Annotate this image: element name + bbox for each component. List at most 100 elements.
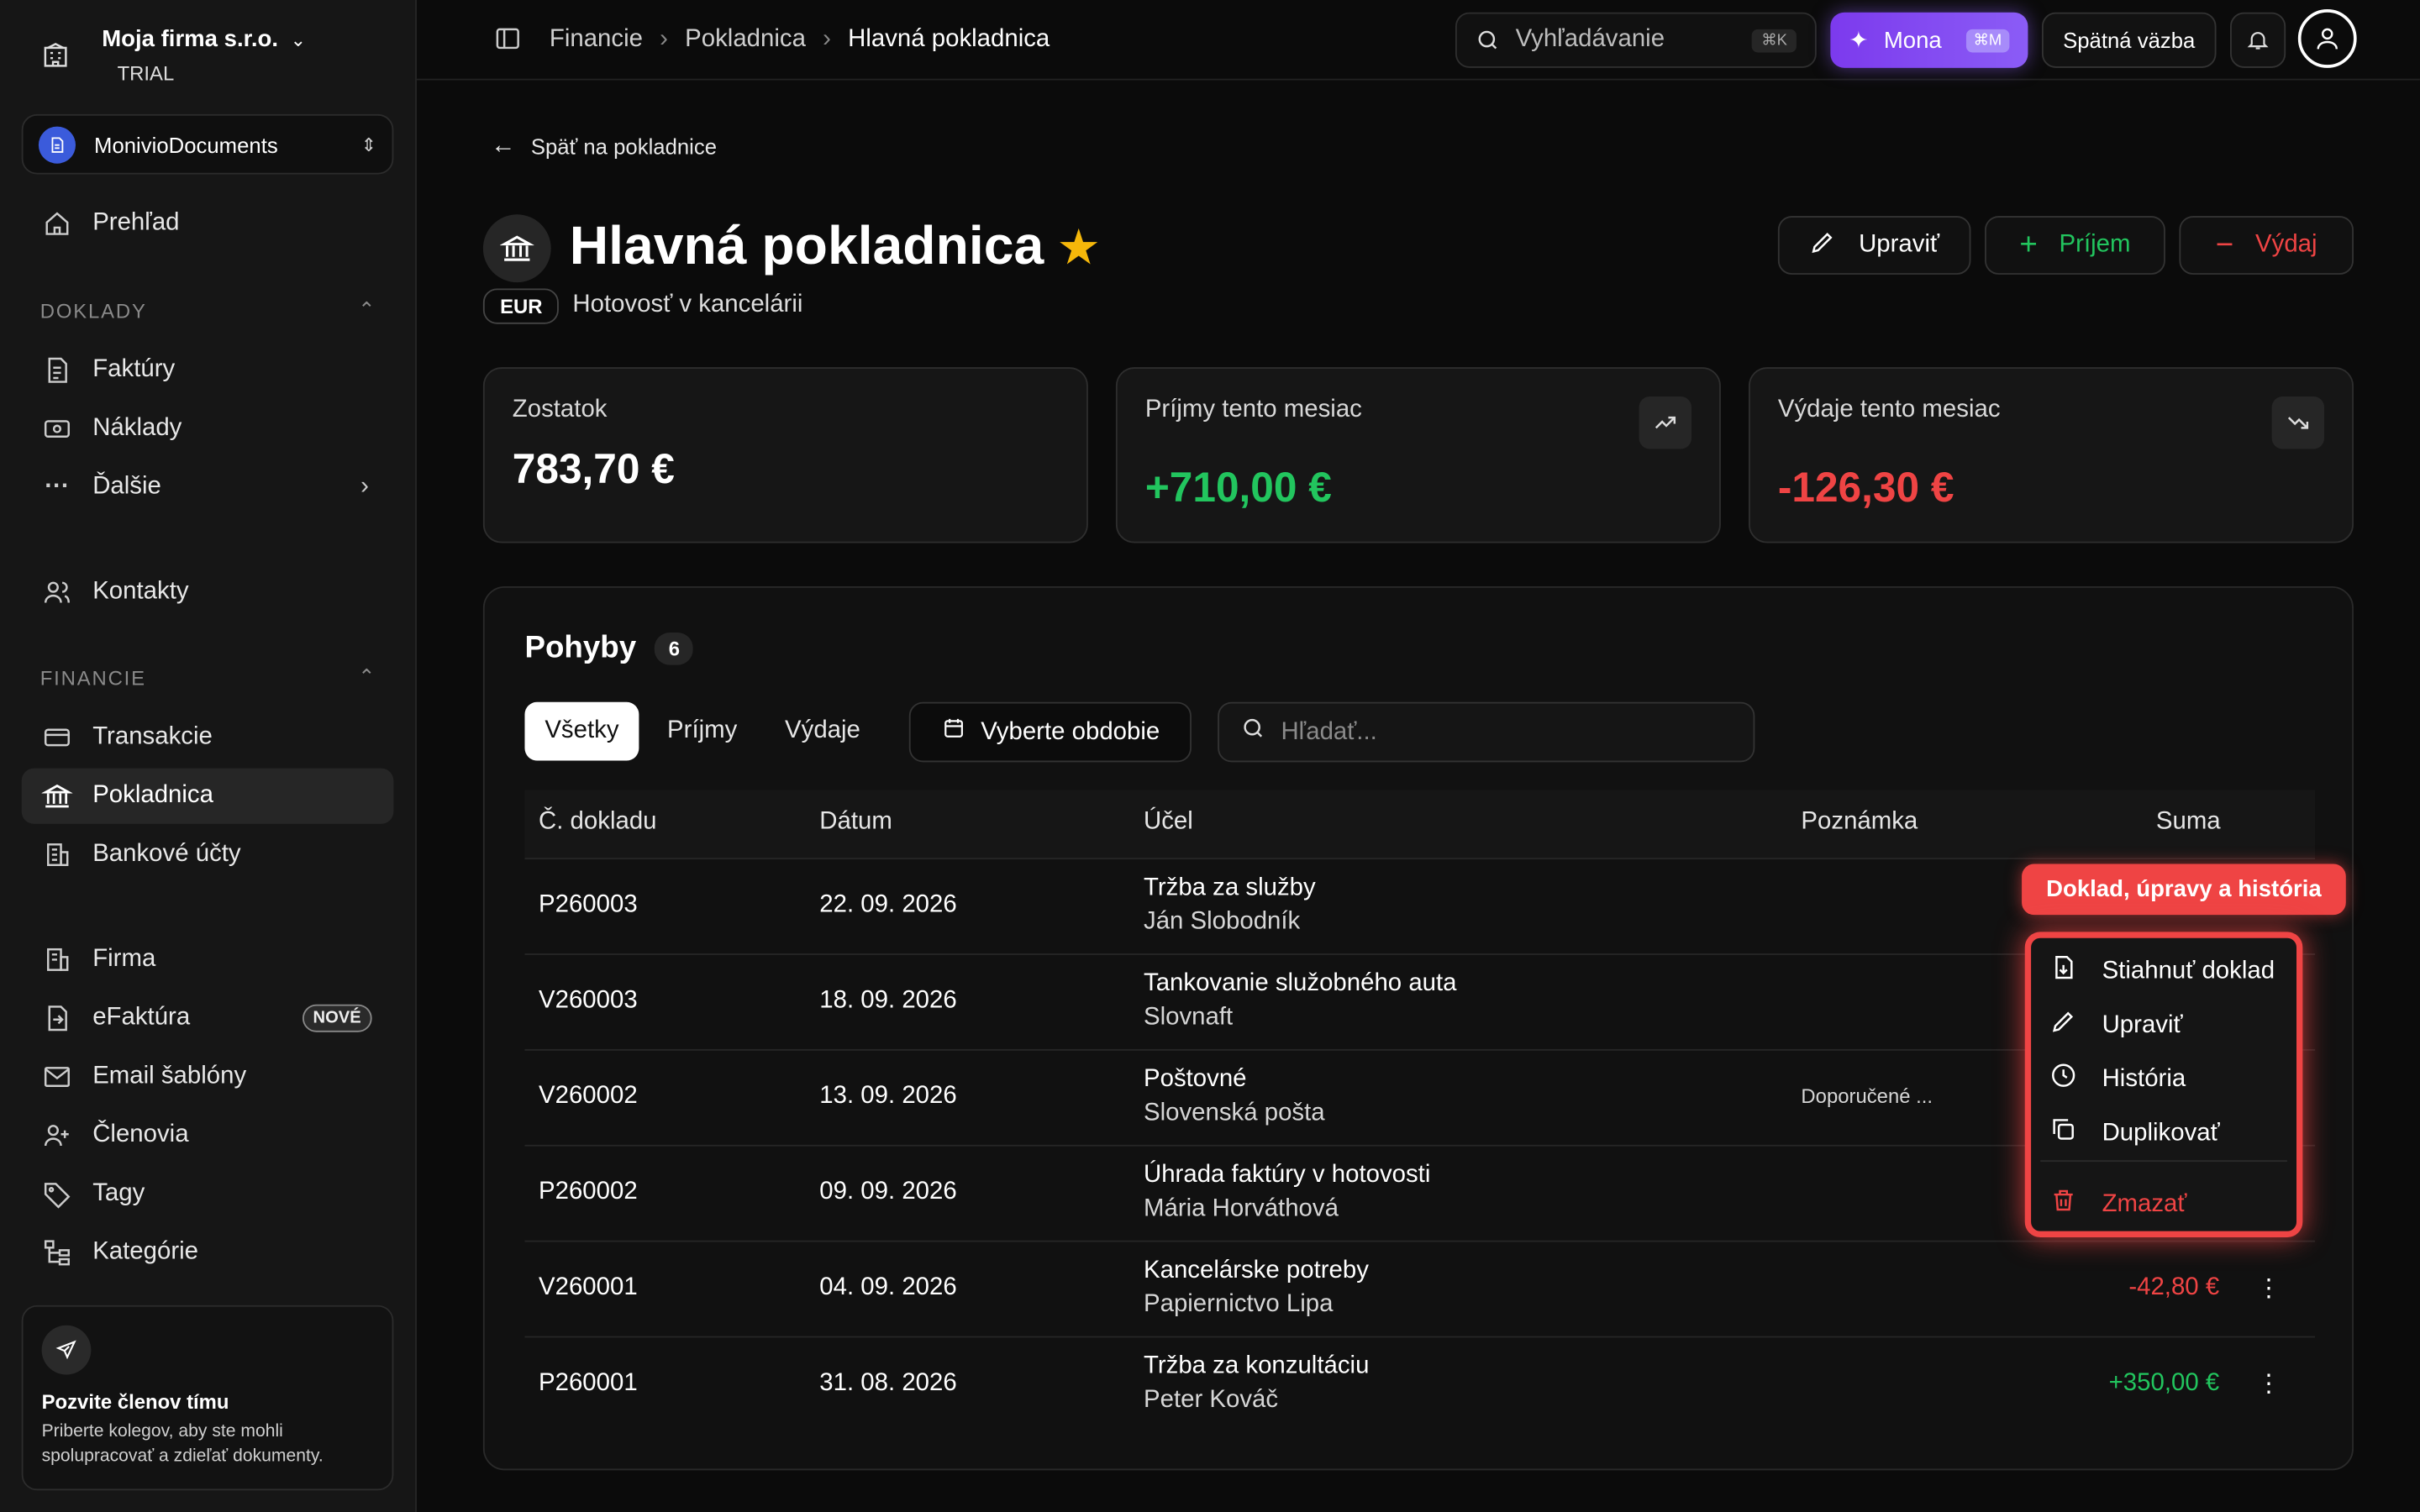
workspace-switcher[interactable]: Moja firma s.r.o. ⌄ TRIAL xyxy=(22,15,392,96)
sidebar-item-company[interactable]: Firma xyxy=(22,932,394,987)
pencil-icon xyxy=(1809,228,1837,263)
sidebar-item-overview[interactable]: Prehľad xyxy=(22,196,394,251)
column-header[interactable]: Dátum xyxy=(819,808,892,836)
sidebar-item-expenses[interactable]: Náklady xyxy=(22,402,394,457)
avatar[interactable] xyxy=(2297,9,2357,68)
sidebar-item-cash-register[interactable]: Pokladnica xyxy=(21,768,394,824)
user-plus-icon xyxy=(40,1119,74,1152)
more-vertical-icon[interactable]: ⋮ xyxy=(2254,1364,2285,1404)
chevron-right-icon: › xyxy=(660,25,668,52)
column-header[interactable]: Č. dokladu xyxy=(539,808,657,836)
add-expense-button[interactable]: − Výdaj xyxy=(2179,216,2354,275)
purpose: Poštovné xyxy=(1143,1066,1247,1093)
add-income-button[interactable]: + Príjem xyxy=(1984,216,2165,275)
invite-card[interactable]: Pozvite členov tímu Priberte kolegov, ab… xyxy=(21,1305,394,1491)
workspace-name: Moja firma s.r.o. xyxy=(102,26,278,53)
sidebar-item-contacts[interactable]: Kontakty xyxy=(22,564,394,620)
purpose: Kancelárske potreby xyxy=(1143,1257,1369,1284)
mona-ai-button[interactable]: ✦ Mona ⌘M xyxy=(1830,12,2028,68)
menu-item-duplicate[interactable]: Duplikovať xyxy=(2031,1106,2296,1160)
menu-item-download[interactable]: Stiahnuť doklad xyxy=(2031,944,2296,998)
breadcrumb-item[interactable]: Financie xyxy=(550,25,643,53)
bank-icon xyxy=(40,780,74,813)
edit-button[interactable]: Upraviť xyxy=(1777,216,1971,275)
copy-icon xyxy=(2049,1116,2077,1151)
period-picker[interactable]: Vyberte obdobie xyxy=(908,701,1192,763)
mona-label: Mona xyxy=(1883,27,1942,54)
arrow-left-icon: ← xyxy=(491,132,516,160)
movements-title-text: Pohyby xyxy=(524,631,637,665)
menu-item-history[interactable]: História xyxy=(2031,1053,2296,1106)
party: Slovenská pošta xyxy=(1143,1100,1325,1126)
date: 04. 09. 2026 xyxy=(819,1274,957,1301)
column-header: Účel xyxy=(1143,808,1193,835)
currency-badge: EUR xyxy=(482,288,560,324)
balance-card: Zostatok 783,70 € xyxy=(482,367,1088,543)
doc-number: V260001 xyxy=(539,1274,638,1301)
row-context-menu: Stiahnuť doklad Upraviť História Dupliko… xyxy=(2024,932,2303,1238)
breadcrumb-current: Hlavná pokladnica xyxy=(848,25,1050,52)
tag-icon xyxy=(40,1177,74,1210)
sidebar-item-invoices[interactable]: Faktúry xyxy=(22,343,394,398)
section-finance[interactable]: FINANCIE ⌃ xyxy=(40,665,376,690)
purpose: Tržba za služby xyxy=(1143,874,1316,901)
tab-income[interactable]: Príjmy xyxy=(648,702,756,761)
tab-expenses[interactable]: Výdaje xyxy=(765,702,880,761)
sidebar-item-label: Ďalšie xyxy=(92,473,161,501)
date: 13. 09. 2026 xyxy=(819,1083,957,1110)
movements-search-input[interactable]: Hľadať... xyxy=(1218,701,1755,763)
feedback-button[interactable]: Spätná väzba xyxy=(2041,12,2217,68)
expense-value: -126,30 € xyxy=(1777,464,1954,511)
send-icon xyxy=(41,1325,92,1375)
app-switcher[interactable]: MonivioDocuments ⇕ xyxy=(21,113,394,175)
global-search-input[interactable]: Vyhľadávanie ⌘K xyxy=(1455,12,1817,68)
sidebar-item-tags[interactable]: Tagy xyxy=(22,1167,394,1222)
sidebar-item-categories[interactable]: Kategórie xyxy=(22,1225,394,1280)
invite-title: Pozvite členov tímu xyxy=(41,1389,229,1414)
document-icon xyxy=(38,125,76,163)
doc-number: P260001 xyxy=(539,1369,638,1397)
menu-item-label: Stiahnuť doklad xyxy=(2102,957,2275,984)
edit-label: Upraviť xyxy=(1859,231,1940,258)
app-name: MonivioDocuments xyxy=(94,132,278,157)
home-icon xyxy=(40,207,74,240)
receipt-icon xyxy=(40,412,74,445)
menu-item-label: Upraviť xyxy=(2102,1011,2183,1038)
bank-icon xyxy=(482,214,551,283)
file-export-icon xyxy=(40,1001,74,1035)
sidebar-item-more[interactable]: ··· Ďalšie › xyxy=(22,459,394,515)
sidebar-item-email-templates[interactable]: Email šablóny xyxy=(22,1049,394,1105)
building-icon xyxy=(40,837,74,871)
invoice-icon xyxy=(40,354,74,387)
sidebar-item-members[interactable]: Členovia xyxy=(22,1108,394,1163)
party: Ján Slobodník xyxy=(1143,908,1301,936)
date: 18. 09. 2026 xyxy=(819,987,957,1014)
breadcrumb-item[interactable]: Pokladnica xyxy=(685,25,806,53)
hierarchy-icon xyxy=(40,1236,74,1269)
users-icon xyxy=(40,575,74,609)
sidebar-item-bank-accounts[interactable]: Bankové účty xyxy=(22,827,394,882)
shortcut-hint: ⌘M xyxy=(1965,28,2010,52)
menu-item-delete[interactable]: Zmazať xyxy=(2031,1177,2296,1231)
bell-icon[interactable] xyxy=(2230,12,2286,68)
sidebar-item-label: Firma xyxy=(92,945,156,973)
page-title-text: Hlavná pokladnica xyxy=(569,216,1044,276)
back-link[interactable]: ← Späť na pokladnice xyxy=(491,133,717,160)
sidebar-item-label: Pokladnica xyxy=(92,782,213,809)
search-icon xyxy=(1241,716,1265,748)
more-vertical-icon[interactable]: ⋮ xyxy=(2254,1268,2285,1309)
party: Mária Horváthová xyxy=(1143,1195,1339,1222)
breadcrumb: Financie › Pokladnica › Hlavná pokladnic… xyxy=(550,25,1050,53)
star-icon[interactable]: ★ xyxy=(1060,222,1098,273)
table-row[interactable]: V260001 04. 09. 2026 Kancelárske potreby… xyxy=(524,1240,2316,1336)
menu-item-edit[interactable]: Upraviť xyxy=(2031,998,2296,1052)
table-row[interactable]: P260001 31. 08. 2026 Tržba za konzultáci… xyxy=(524,1336,2316,1432)
search-placeholder: Hľadať... xyxy=(1281,717,1377,745)
sidebar-toggle-icon[interactable] xyxy=(494,24,522,60)
sidebar-item-einvoice[interactable]: eFaktúra NOVÉ xyxy=(22,990,394,1046)
page-subtitle: Hotovosť v kancelárii xyxy=(572,291,803,318)
tab-all[interactable]: Všetky xyxy=(524,701,639,761)
column-header[interactable]: Suma xyxy=(2156,808,2221,836)
section-documents[interactable]: DOKLADY ⌃ xyxy=(40,297,376,322)
sidebar-item-transactions[interactable]: Transakcie xyxy=(22,710,394,765)
